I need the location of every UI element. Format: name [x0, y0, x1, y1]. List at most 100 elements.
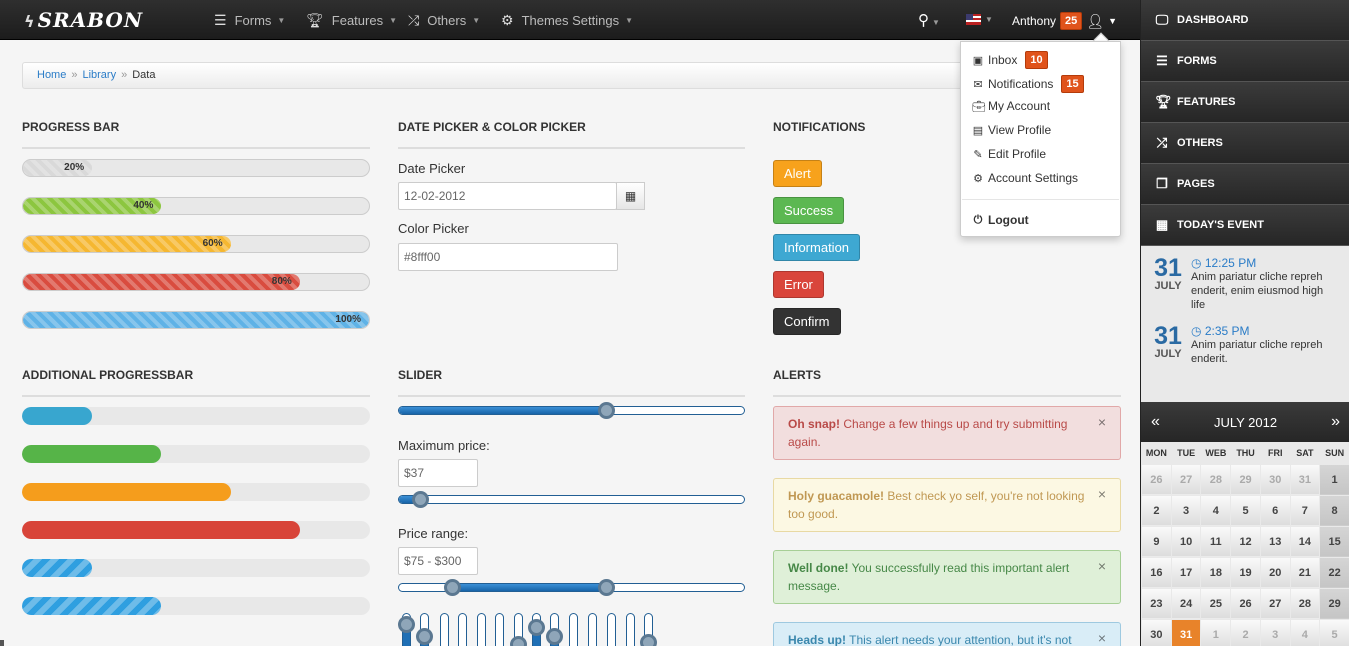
calendar-day[interactable]: 29 [1319, 587, 1349, 620]
vertical-slider[interactable] [458, 613, 467, 646]
calendar-day[interactable]: 9 [1141, 525, 1172, 558]
breadcrumb-library[interactable]: Library [82, 69, 116, 81]
sidebar-item-dashboard[interactable]: 🖵︎ DASHBOARD [1141, 0, 1349, 41]
calendar-day[interactable]: 1 [1319, 463, 1349, 496]
alert-button[interactable]: Alert [773, 160, 822, 187]
calendar-day[interactable]: 18 [1200, 556, 1232, 589]
vertical-slider[interactable] [495, 613, 504, 646]
menu-item-edit-profile[interactable]: ✎ Edit Profile [972, 147, 1046, 161]
caret-down-icon[interactable]: ▼ [985, 15, 993, 24]
calendar-day[interactable]: 30 [1259, 463, 1291, 496]
calendar-day[interactable]: 23 [1141, 587, 1172, 620]
vertical-slider[interactable] [546, 613, 563, 646]
close-icon[interactable]: × [1098, 413, 1106, 431]
calendar-day[interactable]: 3 [1259, 618, 1291, 646]
nav-themes-settings[interactable]: ⚙ Themes Settings ▼ [501, 0, 633, 40]
calendar-day[interactable]: 26 [1141, 463, 1172, 496]
slider-handle[interactable] [398, 616, 415, 633]
main-slider[interactable] [398, 402, 745, 419]
confirm-button[interactable]: Confirm [773, 308, 841, 335]
vertical-slider[interactable] [477, 613, 486, 646]
max-price-slider[interactable] [398, 491, 745, 508]
calendar-day[interactable]: 31 [1170, 618, 1202, 646]
calendar-day[interactable]: 31 [1289, 463, 1321, 496]
calendar-day[interactable]: 11 [1200, 525, 1232, 558]
max-price-input[interactable]: $37 [398, 459, 478, 487]
calendar-day[interactable]: 7 [1289, 494, 1321, 527]
vertical-slider[interactable] [440, 613, 449, 646]
slider-handle[interactable] [640, 634, 657, 646]
vertical-slider[interactable] [510, 613, 527, 646]
nav-features[interactable]: 🏆︎ Features ▼ [306, 0, 397, 40]
breadcrumb-home[interactable]: Home [37, 69, 66, 81]
slider-handle[interactable] [598, 402, 615, 419]
calendar-day[interactable]: 27 [1170, 463, 1202, 496]
user-menu[interactable]: Anthony 25 👤︎ ▼ [1012, 12, 1117, 30]
vertical-slider[interactable] [528, 613, 545, 646]
calendar-day[interactable]: 1 [1200, 618, 1232, 646]
information-button[interactable]: Information [773, 234, 861, 261]
slider-handle[interactable] [510, 636, 527, 646]
calendar-day[interactable]: 10 [1170, 525, 1202, 558]
calendar-day[interactable]: 4 [1289, 618, 1321, 646]
price-range-input[interactable]: $75 - $300 [398, 547, 478, 575]
calendar-day[interactable]: 28 [1289, 587, 1321, 620]
vertical-slider[interactable] [607, 613, 616, 646]
menu-item-inbox[interactable]: ▣ Inbox 10 [972, 51, 1048, 69]
event-item[interactable]: 31 JULY ◷ 2:35 PM Anim pariatur cliche rep… [1141, 320, 1349, 374]
nav-others[interactable]: ⤮ Others ▼ [408, 0, 480, 40]
nav-forms[interactable]: ☰ Forms ▼ [214, 0, 285, 40]
brand-logo[interactable]: ϟ SRABON [24, 8, 143, 32]
calendar-day[interactable]: 28 [1200, 463, 1232, 496]
vertical-slider[interactable] [398, 613, 415, 646]
calendar-day[interactable]: 21 [1289, 556, 1321, 589]
vertical-slider[interactable] [416, 613, 433, 646]
calendar-day[interactable]: 20 [1259, 556, 1291, 589]
close-icon[interactable]: × [1098, 485, 1106, 503]
slider-handle[interactable] [528, 619, 545, 636]
sidebar-item-forms[interactable]: ☰ FORMS [1141, 41, 1349, 82]
calendar-day[interactable]: 2 [1230, 618, 1261, 646]
calendar-day[interactable]: 4 [1200, 494, 1232, 527]
calendar-day[interactable]: 3 [1170, 494, 1202, 527]
calendar-day[interactable]: 16 [1141, 556, 1172, 589]
vertical-slider[interactable] [626, 613, 635, 646]
date-picker-input[interactable]: 12-02-2012 [398, 182, 617, 210]
price-range-slider[interactable] [398, 579, 745, 596]
calendar-day[interactable]: 15 [1319, 525, 1349, 558]
calendar-day[interactable]: 22 [1319, 556, 1349, 589]
calendar-day[interactable]: 26 [1230, 587, 1261, 620]
us-flag-icon[interactable] [966, 14, 981, 25]
vertical-slider[interactable] [588, 613, 597, 646]
menu-item-notifications[interactable]: ✉ Notifications 15 [972, 75, 1084, 93]
calendar-grid-icon[interactable]: ▦ [616, 182, 645, 210]
menu-item-logout[interactable]: ⏻ Logout [972, 213, 1029, 227]
event-item[interactable]: 31 JULY ◷ 12:25 PM Anim pariatur cliche re… [1141, 246, 1349, 320]
menu-item-view-profile[interactable]: ▤ View Profile [972, 123, 1051, 137]
calendar-day[interactable]: 12 [1230, 525, 1261, 558]
color-picker-input[interactable]: #8fff00 [398, 243, 618, 271]
close-icon[interactable]: × [1098, 629, 1106, 646]
sidebar-item-others[interactable]: ⤮ OTHERS [1141, 123, 1349, 164]
close-icon[interactable]: × [1098, 557, 1106, 575]
calendar-day[interactable]: 6 [1259, 494, 1291, 527]
error-button[interactable]: Error [773, 271, 824, 298]
calendar-day[interactable]: 30 [1141, 618, 1172, 646]
calendar-day[interactable]: 8 [1319, 494, 1349, 527]
calendar-day[interactable]: 5 [1319, 618, 1349, 646]
success-button[interactable]: Success [773, 197, 845, 224]
calendar-prev-button[interactable]: « [1151, 413, 1160, 431]
menu-item-account-settings[interactable]: ⚙ Account Settings [972, 171, 1078, 185]
calendar-day[interactable]: 24 [1170, 587, 1202, 620]
vertical-slider[interactable] [640, 613, 657, 646]
slider-handle-min[interactable] [444, 579, 462, 596]
calendar-day[interactable]: 25 [1200, 587, 1232, 620]
calendar-day[interactable]: 14 [1289, 525, 1321, 558]
calendar-day[interactable]: 5 [1230, 494, 1261, 527]
menu-item-my-account[interactable]: 💼︎ My Account [972, 99, 1050, 113]
slider-handle[interactable] [416, 628, 433, 645]
calendar-day[interactable]: 2 [1141, 494, 1172, 527]
calendar-day[interactable]: 19 [1230, 556, 1261, 589]
search-icon[interactable]: ⚲ ▼ [918, 11, 940, 29]
calendar-day[interactable]: 29 [1230, 463, 1261, 496]
